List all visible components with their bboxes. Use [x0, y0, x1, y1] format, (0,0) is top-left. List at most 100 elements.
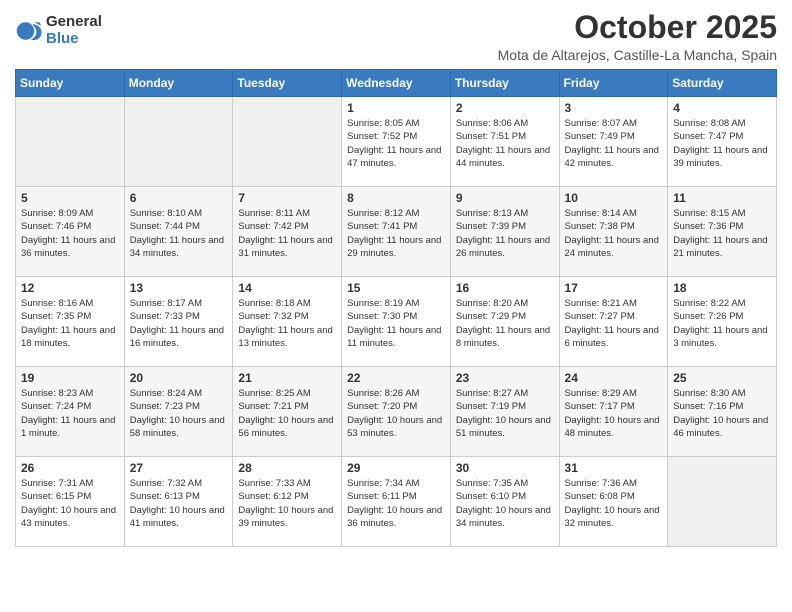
day-info: Sunrise: 8:09 AMSunset: 7:46 PMDaylight:… [21, 207, 119, 260]
month-title: October 2025 [498, 10, 777, 45]
day-cell: 24 Sunrise: 8:29 AMSunset: 7:17 PMDayligh… [559, 367, 668, 457]
day-cell: 20 Sunrise: 8:24 AMSunset: 7:23 PMDayligh… [124, 367, 233, 457]
calendar-header: SundayMondayTuesdayWednesdayThursdayFrid… [16, 70, 777, 97]
day-cell: 18 Sunrise: 8:22 AMSunset: 7:26 PMDayligh… [668, 277, 777, 367]
day-number: 29 [347, 461, 445, 475]
day-number: 26 [21, 461, 119, 475]
day-info: Sunrise: 8:19 AMSunset: 7:30 PMDaylight:… [347, 297, 445, 350]
day-cell: 29 Sunrise: 7:34 AMSunset: 6:11 PMDayligh… [342, 457, 451, 547]
day-info: Sunrise: 8:29 AMSunset: 7:17 PMDaylight:… [565, 387, 663, 440]
calendar-body: 1 Sunrise: 8:05 AMSunset: 7:52 PMDaylight… [16, 97, 777, 547]
day-info: Sunrise: 7:31 AMSunset: 6:15 PMDaylight:… [21, 477, 119, 530]
header-cell-friday: Friday [559, 70, 668, 97]
day-number: 25 [673, 371, 771, 385]
day-number: 8 [347, 191, 445, 205]
day-cell: 26 Sunrise: 7:31 AMSunset: 6:15 PMDayligh… [16, 457, 125, 547]
day-number: 17 [565, 281, 663, 295]
day-number: 31 [565, 461, 663, 475]
day-cell: 1 Sunrise: 8:05 AMSunset: 7:52 PMDaylight… [342, 97, 451, 187]
day-cell: 30Sunrise: 7:35 AMSunset: 6:10 PMDayligh… [450, 457, 559, 547]
day-cell: 11 Sunrise: 8:15 AMSunset: 7:36 PMDayligh… [668, 187, 777, 277]
day-cell: 13 Sunrise: 8:17 AMSunset: 7:33 PMDayligh… [124, 277, 233, 367]
day-info: Sunrise: 8:15 AMSunset: 7:36 PMDaylight:… [673, 207, 771, 260]
day-number: 22 [347, 371, 445, 385]
day-cell [233, 97, 342, 187]
day-info: Sunrise: 8:05 AMSunset: 7:52 PMDaylight:… [347, 117, 445, 170]
day-number: 7 [238, 191, 336, 205]
day-cell: 8 Sunrise: 8:12 AMSunset: 7:41 PMDaylight… [342, 187, 451, 277]
day-info: Sunrise: 7:35 AMSunset: 6:10 PMDaylight:… [456, 477, 554, 530]
day-number: 3 [565, 101, 663, 115]
day-cell: 31 Sunrise: 7:36 AMSunset: 6:08 PMDayligh… [559, 457, 668, 547]
header-cell-wednesday: Wednesday [342, 70, 451, 97]
day-cell: 10Sunrise: 8:14 AMSunset: 7:38 PMDayligh… [559, 187, 668, 277]
day-info: Sunrise: 8:22 AMSunset: 7:26 PMDaylight:… [673, 297, 771, 350]
day-cell: 12 Sunrise: 8:16 AMSunset: 7:35 PMDayligh… [16, 277, 125, 367]
day-number: 23 [456, 371, 554, 385]
location: Mota de Altarejos, Castille-La Mancha, S… [498, 47, 777, 63]
day-cell: 17 Sunrise: 8:21 AMSunset: 7:27 PMDayligh… [559, 277, 668, 367]
day-number: 15 [347, 281, 445, 295]
day-info: Sunrise: 8:23 AMSunset: 7:24 PMDaylight:… [21, 387, 119, 440]
page-header: General Blue October 2025 Mota de Altare… [15, 10, 777, 63]
day-info: Sunrise: 8:16 AMSunset: 7:35 PMDaylight:… [21, 297, 119, 350]
day-info: Sunrise: 8:14 AMSunset: 7:38 PMDaylight:… [565, 207, 663, 260]
day-cell: 22 Sunrise: 8:26 AMSunset: 7:20 PMDayligh… [342, 367, 451, 457]
day-number: 24 [565, 371, 663, 385]
day-info: Sunrise: 8:07 AMSunset: 7:49 PMDaylight:… [565, 117, 663, 170]
logo-blue: Blue [46, 31, 102, 48]
logo-general: General [46, 14, 102, 31]
header-cell-monday: Monday [124, 70, 233, 97]
day-cell: 19 Sunrise: 8:23 AMSunset: 7:24 PMDayligh… [16, 367, 125, 457]
day-info: Sunrise: 7:32 AMSunset: 6:13 PMDaylight:… [130, 477, 228, 530]
header-cell-saturday: Saturday [668, 70, 777, 97]
week-row-3: 19 Sunrise: 8:23 AMSunset: 7:24 PMDayligh… [16, 367, 777, 457]
day-cell: 15 Sunrise: 8:19 AMSunset: 7:30 PMDayligh… [342, 277, 451, 367]
day-cell [16, 97, 125, 187]
day-info: Sunrise: 8:10 AMSunset: 7:44 PMDaylight:… [130, 207, 228, 260]
day-info: Sunrise: 7:34 AMSunset: 6:11 PMDaylight:… [347, 477, 445, 530]
calendar-table: SundayMondayTuesdayWednesdayThursdayFrid… [15, 69, 777, 547]
day-number: 12 [21, 281, 119, 295]
day-number: 18 [673, 281, 771, 295]
day-number: 5 [21, 191, 119, 205]
day-info: Sunrise: 8:20 AMSunset: 7:29 PMDaylight:… [456, 297, 554, 350]
day-cell: 21 Sunrise: 8:25 AMSunset: 7:21 PMDayligh… [233, 367, 342, 457]
day-number: 27 [130, 461, 228, 475]
day-number: 16 [456, 281, 554, 295]
day-cell: 14Sunrise: 8:18 AMSunset: 7:32 PMDayligh… [233, 277, 342, 367]
day-info: Sunrise: 8:26 AMSunset: 7:20 PMDaylight:… [347, 387, 445, 440]
day-number: 11 [673, 191, 771, 205]
day-cell: 6Sunrise: 8:10 AMSunset: 7:44 PMDaylight… [124, 187, 233, 277]
day-number: 19 [21, 371, 119, 385]
day-info: Sunrise: 8:25 AMSunset: 7:21 PMDaylight:… [238, 387, 336, 440]
day-info: Sunrise: 8:17 AMSunset: 7:33 PMDaylight:… [130, 297, 228, 350]
header-cell-thursday: Thursday [450, 70, 559, 97]
day-info: Sunrise: 7:33 AMSunset: 6:12 PMDaylight:… [238, 477, 336, 530]
week-row-0: 1 Sunrise: 8:05 AMSunset: 7:52 PMDaylight… [16, 97, 777, 187]
day-info: Sunrise: 8:11 AMSunset: 7:42 PMDaylight:… [238, 207, 336, 260]
day-cell: 28Sunrise: 7:33 AMSunset: 6:12 PMDayligh… [233, 457, 342, 547]
day-info: Sunrise: 8:18 AMSunset: 7:32 PMDaylight:… [238, 297, 336, 350]
day-cell: 16 Sunrise: 8:20 AMSunset: 7:29 PMDayligh… [450, 277, 559, 367]
day-info: Sunrise: 8:21 AMSunset: 7:27 PMDaylight:… [565, 297, 663, 350]
logo-text: General Blue [46, 14, 102, 47]
day-number: 13 [130, 281, 228, 295]
day-number: 20 [130, 371, 228, 385]
day-info: Sunrise: 8:27 AMSunset: 7:19 PMDaylight:… [456, 387, 554, 440]
day-info: Sunrise: 8:06 AMSunset: 7:51 PMDaylight:… [456, 117, 554, 170]
day-number: 21 [238, 371, 336, 385]
day-cell: 5 Sunrise: 8:09 AMSunset: 7:46 PMDaylight… [16, 187, 125, 277]
day-number: 4 [673, 101, 771, 115]
day-info: Sunrise: 8:24 AMSunset: 7:23 PMDaylight:… [130, 387, 228, 440]
logo-icon [15, 17, 43, 45]
header-cell-sunday: Sunday [16, 70, 125, 97]
day-number: 1 [347, 101, 445, 115]
day-info: Sunrise: 7:36 AMSunset: 6:08 PMDaylight:… [565, 477, 663, 530]
day-cell: 3 Sunrise: 8:07 AMSunset: 7:49 PMDaylight… [559, 97, 668, 187]
day-cell: 2Sunrise: 8:06 AMSunset: 7:51 PMDaylight… [450, 97, 559, 187]
day-cell: 27 Sunrise: 7:32 AMSunset: 6:13 PMDayligh… [124, 457, 233, 547]
day-info: Sunrise: 8:12 AMSunset: 7:41 PMDaylight:… [347, 207, 445, 260]
day-cell [668, 457, 777, 547]
title-block: October 2025 Mota de Altarejos, Castille… [498, 10, 777, 63]
